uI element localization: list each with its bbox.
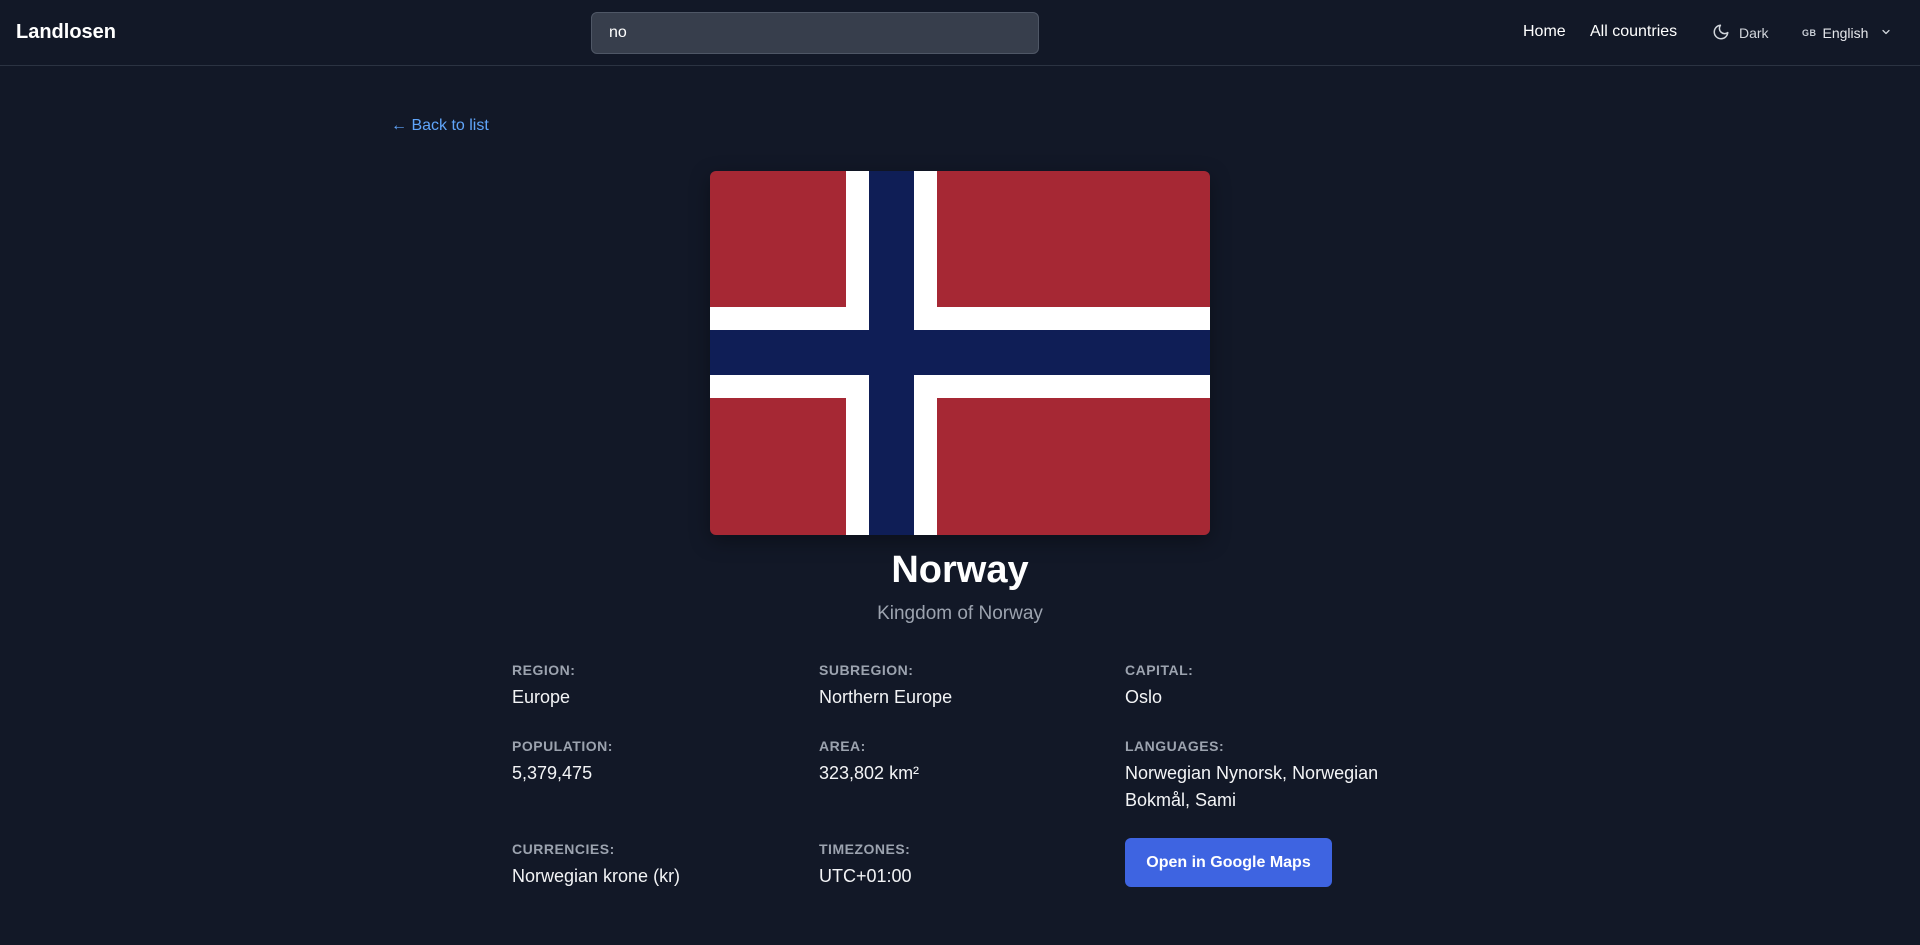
fact-value: 323,802 km² [819,763,920,783]
language-select[interactable]: GB English [1802,22,1892,44]
brand-logo[interactable]: Landlosen [16,21,116,44]
fact-currencies: CURRENCIES: Norwegian krone (kr) [512,841,680,890]
fact-label: REGION: [512,662,576,678]
fact-label: SUBREGION: [819,662,914,678]
nav-home-link[interactable]: Home [1523,23,1566,41]
top-navbar: Landlosen Home All countries Dark GB Eng… [0,0,1920,66]
norway-flag-image [710,171,1210,535]
fact-languages: LANGUAGES: Norwegian Nynorsk, Norwegian … [1125,738,1415,814]
language-label: English [1822,25,1869,41]
fact-value: UTC+01:00 [819,866,912,886]
language-flag-code: GB [1802,28,1817,38]
nav-all-countries-link[interactable]: All countries [1590,23,1677,41]
fact-label: AREA: [819,738,866,754]
official-name: Kingdom of Norway [877,603,1043,624]
chevron-down-icon [1880,25,1892,41]
fact-value: Norwegian Nynorsk, Norwegian Bokmål, Sam… [1125,763,1379,810]
search-input[interactable] [591,12,1039,54]
fact-area: AREA: 323,802 km² [819,738,919,787]
flag-blue-horizontal [710,330,1210,375]
fact-subregion: SUBREGION: Northern Europe [819,662,952,711]
back-to-list-link[interactable]: ← Back to list [391,117,489,135]
fact-label: POPULATION: [512,738,613,754]
moon-icon [1712,23,1730,44]
fact-value: Oslo [1125,687,1163,707]
fact-value: 5,379,475 [512,763,593,783]
fact-label: TIMEZONES: [819,841,911,857]
fact-value: Norwegian krone (kr) [512,866,681,886]
fact-region: REGION: Europe [512,662,575,711]
country-name: Norway [891,549,1029,591]
fact-label: CAPITAL: [1125,662,1194,678]
fact-label: LANGUAGES: [1125,738,1225,754]
norway-flag-icon [710,171,1210,535]
fact-timezones: TIMEZONES: UTC+01:00 [819,841,912,890]
theme-label: Dark [1739,25,1769,41]
open-google-maps-button[interactable]: Open in Google Maps [1125,838,1332,887]
fact-population: POPULATION: 5,379,475 [512,738,613,787]
fact-label: CURRENCIES: [512,841,615,857]
fact-capital: CAPITAL: Oslo [1125,662,1193,711]
fact-value: Europe [512,687,571,707]
fact-value: Northern Europe [819,687,953,707]
theme-toggle[interactable]: Dark [1712,22,1769,44]
